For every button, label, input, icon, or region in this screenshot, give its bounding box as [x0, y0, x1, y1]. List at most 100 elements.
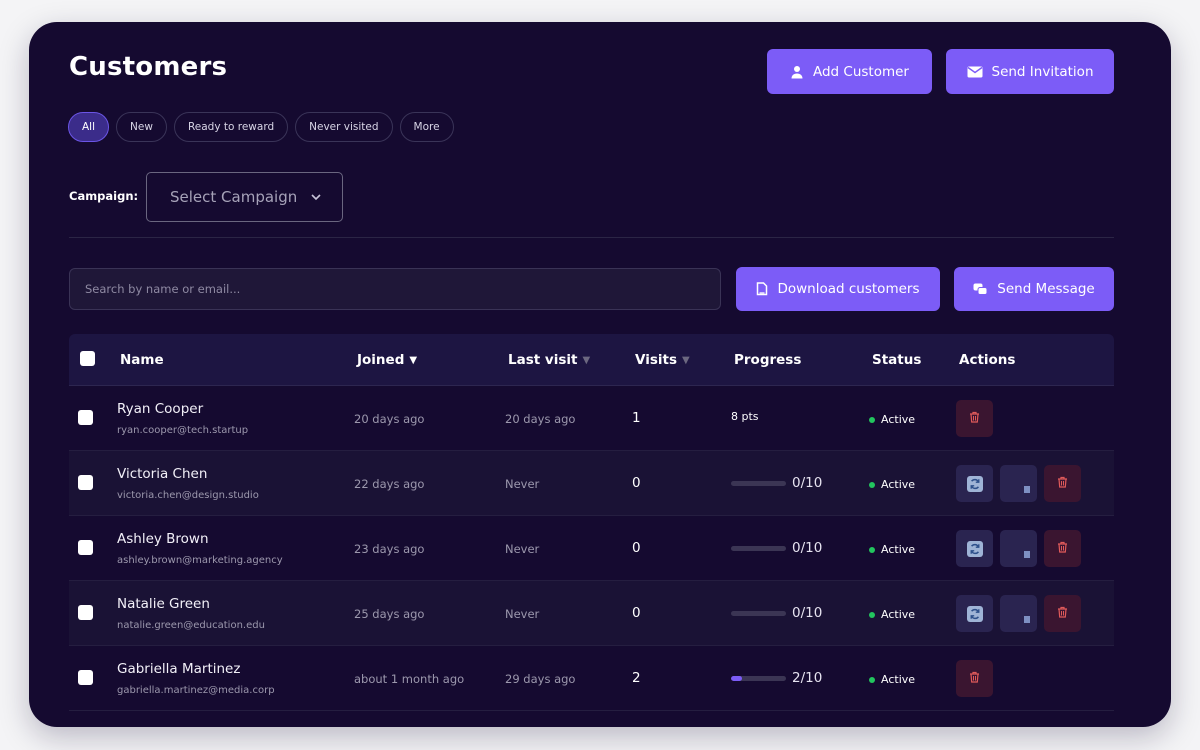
customer-name[interactable]: Ashley Brown: [117, 531, 209, 547]
sync-button[interactable]: [956, 530, 993, 567]
column-actions-label: Actions: [959, 352, 1016, 368]
column-name[interactable]: Name: [120, 352, 164, 368]
column-last-visit[interactable]: Last visit ▼: [508, 352, 590, 368]
status-dot-icon: [869, 676, 875, 683]
download-customers-button[interactable]: Download customers: [736, 267, 940, 311]
progress-bar-fill: [731, 675, 742, 681]
status-text: Active: [881, 673, 916, 686]
select-all-checkbox[interactable]: [80, 351, 95, 366]
delete-button[interactable]: [1044, 530, 1081, 567]
filter-all[interactable]: All: [68, 112, 110, 142]
customer-name[interactable]: Natalie Green: [117, 596, 210, 612]
column-progress: Progress: [734, 352, 801, 368]
row-checkbox[interactable]: [78, 605, 93, 620]
visit-count: 0: [632, 540, 641, 556]
status-text: Active: [881, 478, 916, 491]
customer-name[interactable]: Ryan Cooper: [117, 401, 203, 417]
visit-count: 0: [632, 605, 641, 621]
column-actions: Actions: [959, 352, 1015, 368]
send-message-button[interactable]: Send Message: [954, 267, 1114, 311]
customer-email: ryan.cooper@tech.startup: [117, 425, 249, 436]
row-checkbox[interactable]: [78, 475, 93, 490]
progress-text: 2/10: [792, 670, 823, 686]
joined-date: 25 days ago: [354, 607, 425, 621]
status-badge: Active: [869, 478, 915, 491]
filter-chips: All New Ready to reward Never visited Mo…: [68, 112, 454, 142]
column-name-label: Name: [120, 352, 164, 368]
sync-button[interactable]: [956, 595, 993, 632]
sort-caret-icon: ▼: [582, 354, 591, 366]
table-row: Ashley Brown ashley.brown@marketing.agenc…: [69, 516, 1114, 581]
column-joined[interactable]: Joined ▼: [357, 352, 417, 368]
progress-cell: 0/10: [731, 540, 822, 556]
last-visit: Never: [505, 542, 540, 556]
customer-email: gabriella.martinez@media.corp: [117, 685, 275, 696]
send-invitation-button[interactable]: Send Invitation: [946, 49, 1114, 94]
send-invitation-label: Send Invitation: [991, 63, 1094, 80]
customer-name[interactable]: Gabriella Martinez: [117, 661, 240, 677]
progress-bar: [731, 545, 786, 551]
progress-text: 0/10: [792, 475, 823, 491]
column-joined-label: Joined: [357, 352, 405, 368]
status-dot-icon: [869, 481, 875, 488]
table-row: Ryan Cooper ryan.cooper@tech.startup 20 da…: [69, 386, 1114, 451]
envelope-icon: [967, 66, 982, 77]
delete-button[interactable]: [956, 660, 993, 697]
last-visit: 20 days ago: [505, 412, 576, 426]
sync-button[interactable]: [956, 465, 993, 502]
trash-icon: [1057, 606, 1068, 621]
joined-date: 22 days ago: [354, 477, 425, 491]
filter-never-visited[interactable]: Never visited: [295, 112, 393, 142]
progress-bar: [731, 480, 786, 486]
row-actions: [956, 595, 1081, 632]
column-visits-label: Visits: [635, 352, 677, 368]
status-badge: Active: [869, 673, 915, 686]
status-text: Active: [881, 543, 916, 556]
filter-more[interactable]: More: [399, 112, 454, 142]
visit-count: 0: [632, 475, 641, 491]
delete-button[interactable]: [956, 400, 993, 437]
status-badge: Active: [869, 543, 915, 556]
email-button[interactable]: [1000, 530, 1037, 567]
progress-cell: 8 pts: [731, 410, 759, 423]
progress-text: 8 pts: [731, 410, 759, 423]
row-checkbox[interactable]: [78, 540, 93, 555]
filter-ready-to-reward[interactable]: Ready to reward: [173, 112, 289, 142]
delete-button[interactable]: [1044, 595, 1081, 632]
row-actions: [956, 660, 993, 697]
filter-new[interactable]: New: [116, 112, 167, 142]
delete-button[interactable]: [1044, 465, 1081, 502]
campaign-select[interactable]: Select Campaign: [146, 172, 343, 222]
download-file-icon: [757, 282, 768, 296]
progress-text: 0/10: [792, 605, 823, 621]
row-checkbox[interactable]: [78, 670, 93, 685]
progress-cell: 0/10: [731, 605, 822, 621]
trash-icon: [969, 411, 980, 426]
status-dot-icon: [869, 416, 875, 423]
row-actions: [956, 530, 1081, 567]
status-dot-icon: [869, 546, 875, 553]
row-checkbox[interactable]: [78, 410, 93, 425]
chat-bubbles-icon: [973, 283, 988, 295]
last-visit: Never: [505, 477, 540, 491]
customer-name[interactable]: Victoria Chen: [117, 466, 207, 482]
add-customer-label: Add Customer: [812, 63, 909, 80]
email-button[interactable]: [1000, 465, 1037, 502]
status-badge: Active: [869, 413, 915, 426]
email-button[interactable]: [1000, 595, 1037, 632]
row-actions: [956, 465, 1081, 502]
divider: [69, 237, 1114, 238]
progress-cell: 2/10: [731, 670, 822, 686]
download-customers-label: Download customers: [777, 281, 920, 297]
table-header: Name Joined ▼ Last visit ▼ Visits ▼ Progres…: [69, 334, 1114, 386]
search-input[interactable]: [69, 268, 721, 310]
add-customer-button[interactable]: Add Customer: [767, 49, 932, 94]
table-row: Natalie Green natalie.green@education.edu…: [69, 581, 1114, 646]
column-visits[interactable]: Visits ▼: [635, 352, 690, 368]
customer-email: ashley.brown@marketing.agency: [117, 555, 283, 566]
column-last-visit-label: Last visit: [508, 352, 578, 368]
trash-icon: [1057, 541, 1068, 556]
customers-panel: Customers Add Customer Send Invitation A…: [29, 22, 1171, 727]
campaign-select-value: Select Campaign: [170, 188, 298, 206]
last-visit: Never: [505, 607, 540, 621]
